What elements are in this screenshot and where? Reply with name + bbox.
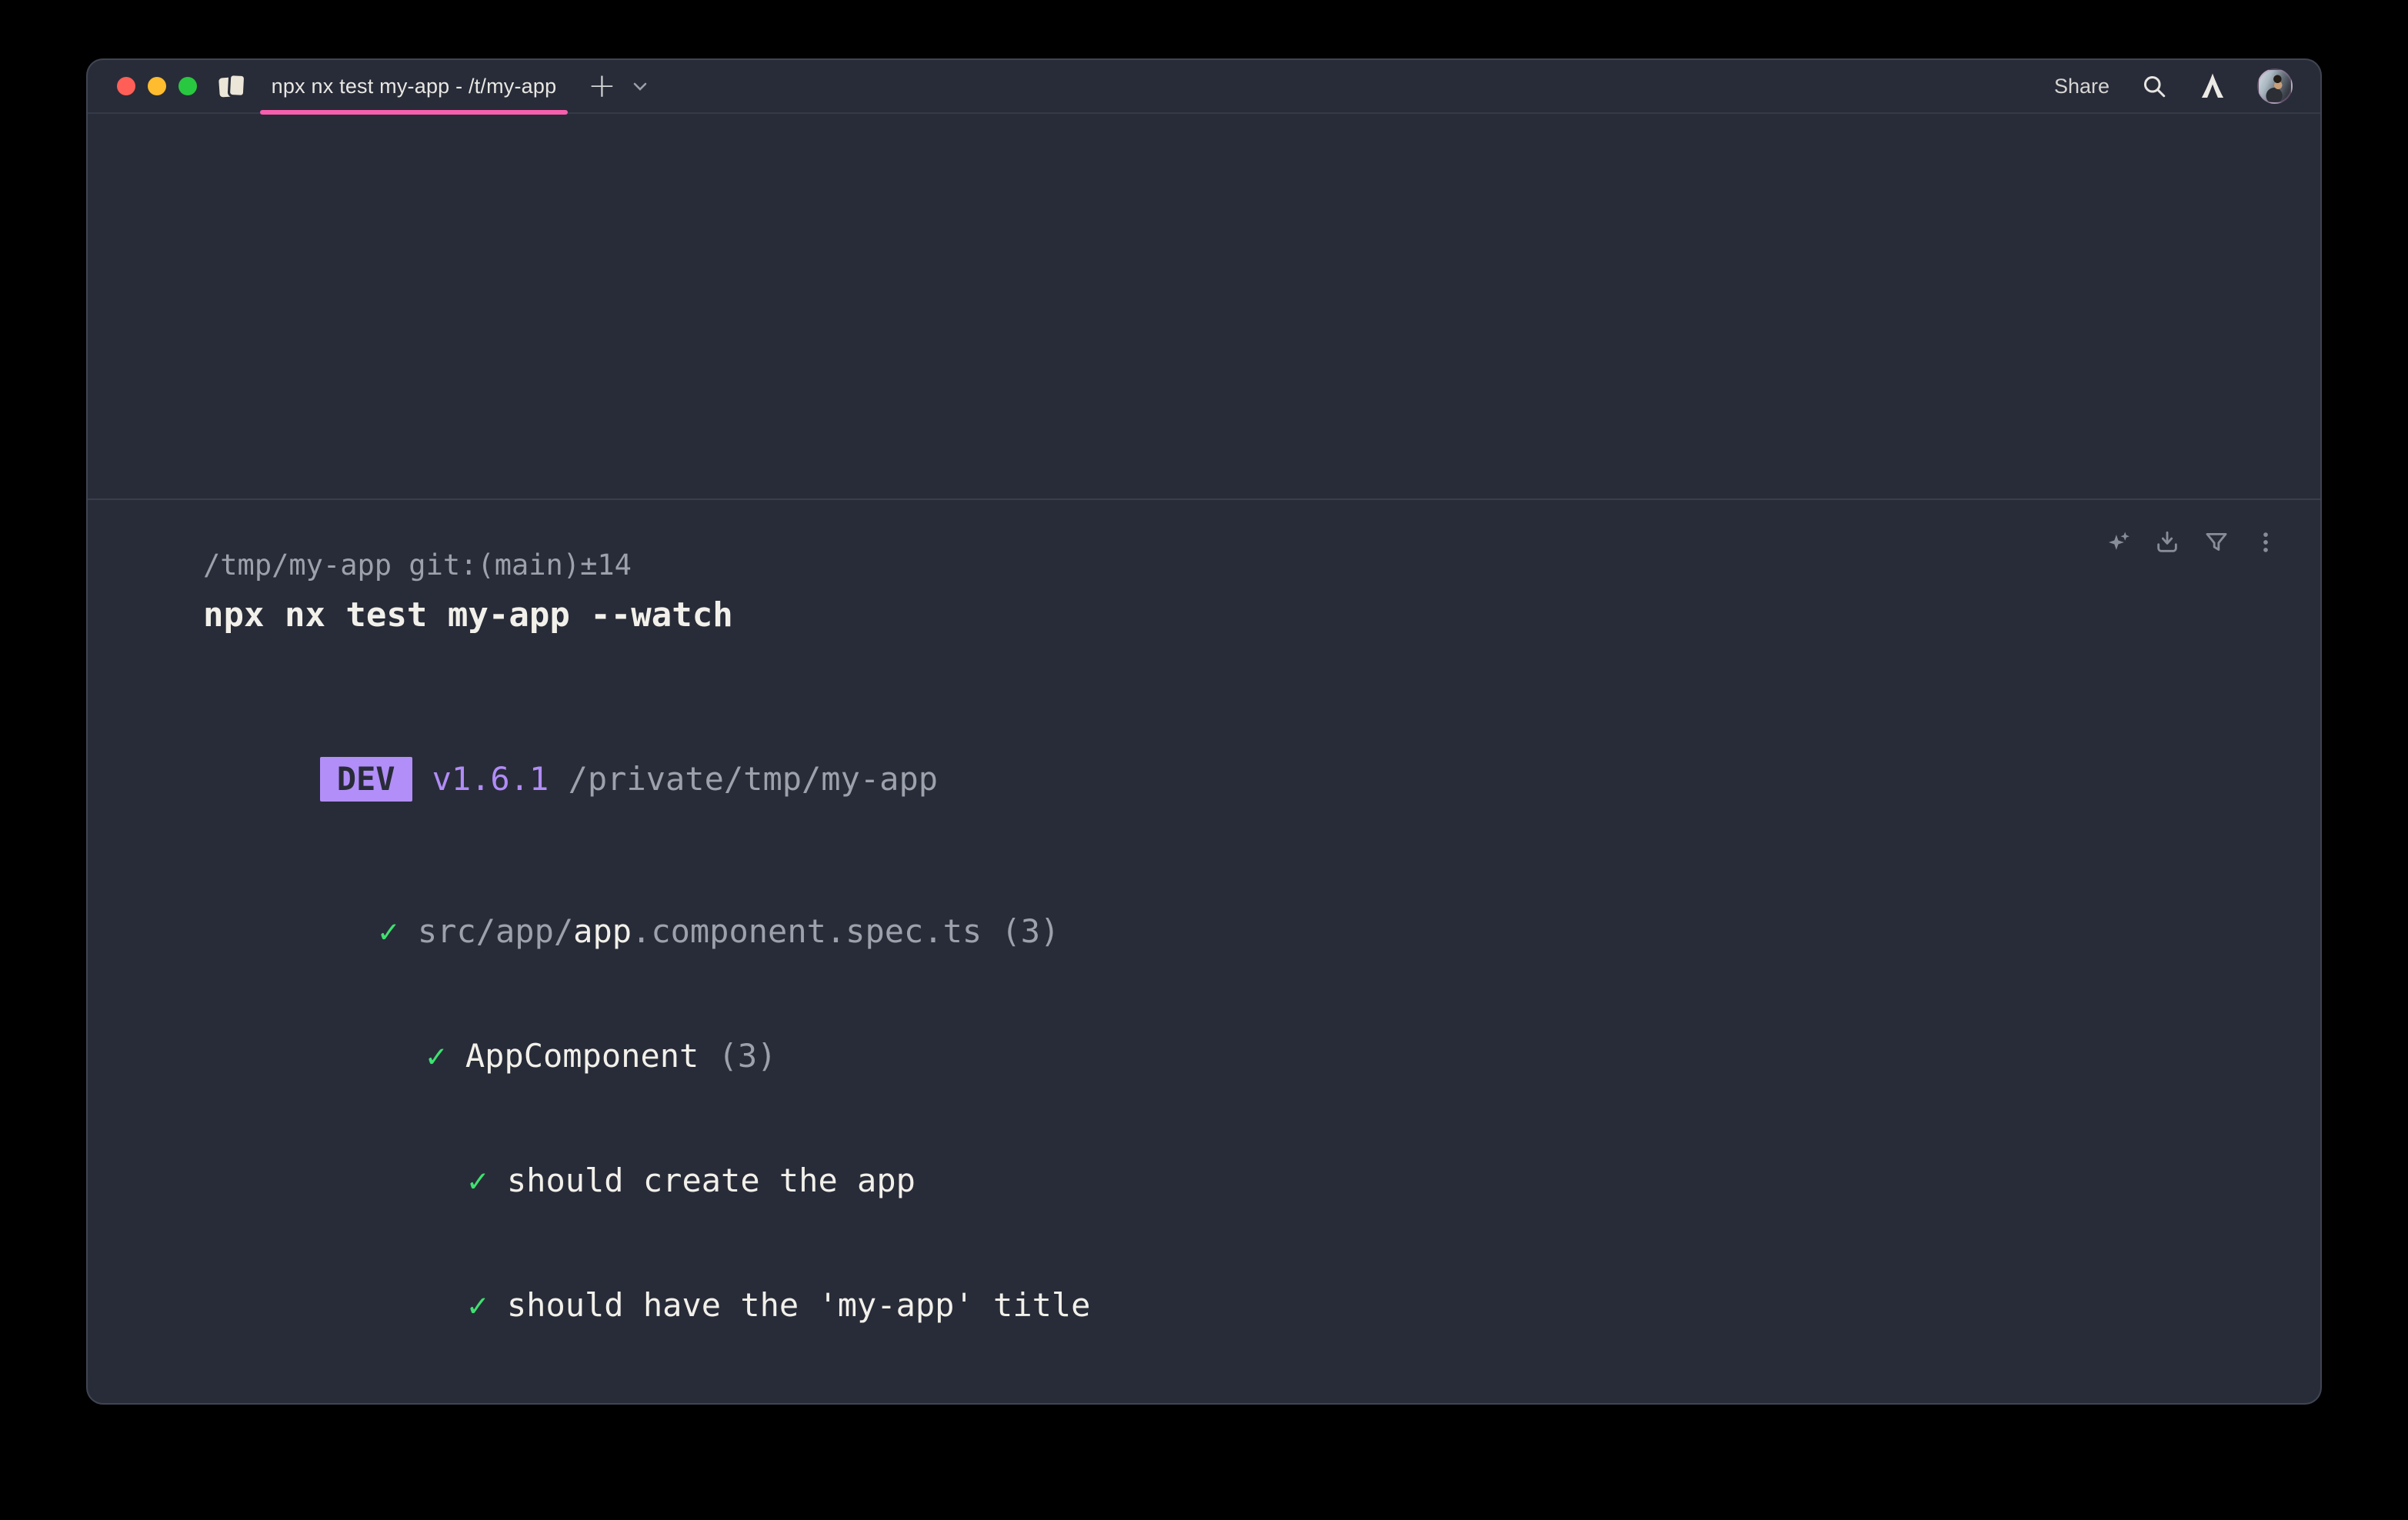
test-name: should create the app (488, 1162, 916, 1199)
block-toolbar (2105, 529, 2279, 555)
check-icon: ✓ (468, 1162, 487, 1199)
chevron-down-icon[interactable] (632, 81, 649, 92)
title-bar: npx nx test my-app - /t/my-app + Share (88, 60, 2320, 114)
avatar[interactable] (2257, 68, 2293, 104)
search-icon[interactable] (2140, 72, 2168, 100)
test-case-line: ✓ should have the 'my-app' title (203, 1243, 2290, 1368)
test-name: should have the 'my-app' title (488, 1286, 1091, 1324)
kebab-menu-icon[interactable] (2253, 529, 2279, 555)
titlebar-right-cluster: Share (2054, 68, 2293, 104)
tab-npx-nx-test[interactable]: npx nx test my-app - /t/my-app (260, 59, 568, 113)
active-tab-indicator (260, 110, 568, 115)
check-icon: ✓ (379, 912, 398, 950)
vitest-dev-line: DEV v1.6.1 /private/tmp/my-app (203, 714, 2290, 845)
prompt-line: /tmp/my-app git:(main)±14 (203, 548, 2290, 583)
avatar-photo (2257, 68, 2293, 104)
zoom-button[interactable] (178, 77, 197, 95)
filter-icon[interactable] (2203, 529, 2230, 555)
suite-name: AppComponent (446, 1037, 699, 1075)
pages-icon[interactable] (217, 72, 248, 100)
minimize-button[interactable] (148, 77, 166, 95)
close-button[interactable] (117, 77, 135, 95)
vitest-cwd: /private/tmp/my-app (549, 760, 938, 798)
file-test-count: (3) (982, 912, 1059, 950)
test-case-line: ✓ should render title (203, 1368, 2290, 1405)
traffic-lights (117, 77, 197, 95)
download-icon[interactable] (2154, 529, 2180, 555)
dev-badge: DEV (320, 757, 412, 802)
check-icon: ✓ (426, 1037, 445, 1075)
terminal-window: npx nx test my-app - /t/my-app + Share (86, 58, 2322, 1405)
test-suite-line: ✓ AppComponent (3) (203, 994, 2290, 1118)
test-tree: ✓ src/app/app.component.spec.ts (3) ✓ Ap… (203, 869, 2290, 1405)
file-ext: .component.spec.ts (632, 912, 982, 950)
test-file-line: ✓ src/app/app.component.spec.ts (3) (203, 869, 2290, 994)
warp-logo-icon[interactable] (2199, 72, 2226, 100)
scrollback-area (88, 114, 2320, 498)
file-dir: src/app/ (399, 912, 574, 950)
sparkles-ai-icon[interactable] (2105, 529, 2131, 555)
test-case-line: ✓ should create the app (203, 1118, 2290, 1243)
tab-title: npx nx test my-app - /t/my-app (272, 75, 557, 98)
file-base: app (573, 912, 632, 950)
check-icon: ✓ (468, 1286, 487, 1324)
suite-test-count: (3) (699, 1037, 776, 1075)
vitest-version: v1.6.1 (432, 760, 549, 798)
command-block: /tmp/my-app git:(main)±14 npx nx test my… (88, 498, 2320, 1405)
new-tab-button[interactable]: + (588, 69, 616, 103)
share-button[interactable]: Share (2054, 75, 2110, 98)
command-line: npx nx test my-app --watch (203, 594, 2290, 637)
